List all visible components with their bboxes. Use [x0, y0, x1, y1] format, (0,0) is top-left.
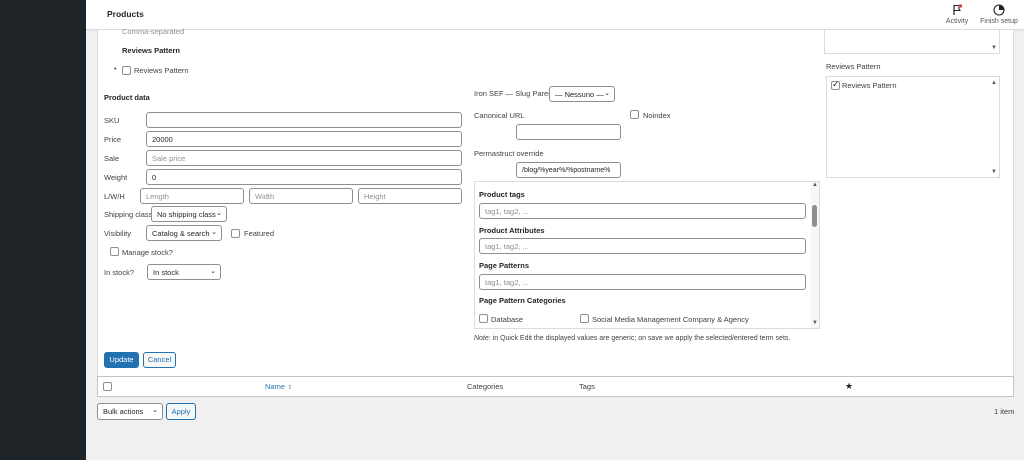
activity-button[interactable]: Activity: [940, 4, 974, 25]
shipping-class-label: Shipping class: [104, 210, 153, 219]
category-database-checkbox[interactable]: [479, 314, 488, 323]
in-stock-label: In stock?: [104, 268, 135, 277]
product-tags-input[interactable]: [479, 203, 806, 219]
right-top-box: [824, 30, 1000, 54]
chevron-down-icon: ⌄: [152, 407, 158, 414]
sku-input[interactable]: [146, 112, 462, 128]
finish-setup-label: Finish setup: [980, 18, 1018, 25]
reviews-pattern-heading: Reviews Pattern: [122, 46, 180, 55]
price-label: Price: [104, 135, 122, 144]
slug-parent-label: Iron SEF — Slug Parent: [474, 89, 555, 98]
sku-label: SKU: [104, 116, 120, 125]
column-tags: Tags: [579, 382, 595, 391]
select-all-checkbox[interactable]: [103, 382, 112, 391]
price-input[interactable]: [146, 131, 462, 147]
progress-circle-icon: [978, 4, 1020, 16]
item-count: 1 item: [994, 407, 1015, 416]
bullet: •: [114, 66, 117, 73]
note-prefix: Note:: [474, 335, 491, 342]
in-stock-select[interactable]: In stock ⌄: [147, 264, 221, 280]
top-bar: [86, 0, 1024, 30]
permastruct-input[interactable]: [516, 162, 621, 178]
page-title: Products: [107, 9, 144, 19]
scroll-up-icon[interactable]: ▲: [991, 80, 997, 86]
manage-stock-label: Manage stock?: [122, 248, 173, 257]
scroll-down-icon[interactable]: ▼: [991, 45, 997, 51]
taxonomy-scrollbar[interactable]: [811, 182, 819, 328]
chevron-down-icon: ⌄: [604, 90, 610, 97]
scroll-up-icon[interactable]: ▲: [812, 182, 818, 188]
sale-price-input[interactable]: [146, 150, 462, 166]
scroll-down-icon[interactable]: ▼: [812, 320, 818, 326]
permastruct-label: Permastruct override: [474, 149, 544, 158]
scroll-thumb[interactable]: [812, 205, 817, 227]
sort-icon: ⇕: [287, 385, 293, 391]
page-patterns-heading: Page Patterns: [479, 261, 530, 270]
comma-separated-hint: Comma-separated: [122, 27, 185, 36]
weight-label: Weight: [104, 173, 128, 182]
page-pattern-categories-heading: Page Pattern Categories: [479, 296, 566, 305]
product-attributes-heading: Product Attributes: [479, 226, 545, 235]
product-data-heading: Product data: [104, 93, 150, 102]
flag-icon: [940, 4, 974, 16]
slug-parent-select[interactable]: — Nessuno — ⌄: [549, 86, 615, 102]
reviews-pattern-checkbox[interactable]: [122, 66, 131, 75]
right-reviews-pattern-checkbox[interactable]: [831, 79, 840, 90]
length-input[interactable]: [140, 188, 244, 204]
column-categories: Categories: [467, 382, 504, 391]
reviews-pattern-checkbox-label: Reviews Pattern: [134, 66, 189, 75]
chevron-down-icon: ⌄: [210, 268, 216, 275]
featured-label: Featured: [244, 229, 275, 238]
admin-sidebar: [0, 0, 86, 460]
category-database-label: Database: [491, 315, 524, 324]
quick-edit-note: Note: in Quick Edit the displayed values…: [474, 335, 790, 342]
activity-label: Activity: [945, 18, 969, 25]
scroll-down-icon[interactable]: ▼: [991, 169, 997, 175]
category-social-label: Social Media Management Company & Agency: [592, 315, 749, 324]
bulk-actions-select[interactable]: Bulk actions ⌄: [97, 403, 163, 420]
canonical-url-input[interactable]: [516, 124, 621, 140]
shipping-class-select[interactable]: No shipping class ⌄: [151, 206, 227, 222]
column-name-sort[interactable]: Name ⇕: [265, 382, 292, 391]
page-patterns-input[interactable]: [479, 274, 806, 290]
right-reviews-pattern-label: Reviews Pattern: [842, 81, 897, 90]
product-tags-heading: Product tags: [479, 190, 525, 199]
column-featured-star-icon[interactable]: ★: [845, 381, 853, 392]
apply-button[interactable]: Apply: [166, 403, 196, 420]
height-input[interactable]: [358, 188, 462, 204]
noindex-checkbox[interactable]: [630, 110, 639, 119]
canonical-url-label: Canonical URL: [474, 111, 525, 120]
visibility-label: Visibility: [104, 229, 131, 238]
category-social-checkbox[interactable]: [580, 314, 589, 323]
sale-label: Sale: [104, 154, 120, 163]
right-reviews-pattern-box: [826, 76, 1000, 178]
chevron-down-icon: ⌄: [211, 229, 217, 236]
product-attributes-input[interactable]: [479, 238, 806, 254]
finish-setup-button[interactable]: Finish setup: [978, 4, 1020, 25]
note-text: in Quick Edit the displayed values are g…: [490, 335, 791, 342]
cancel-button[interactable]: Cancel: [143, 352, 176, 368]
manage-stock-checkbox[interactable]: [110, 247, 119, 256]
right-reviews-pattern-heading: Reviews Pattern: [826, 62, 881, 71]
weight-input[interactable]: [146, 169, 462, 185]
table-header: [97, 376, 1014, 397]
width-input[interactable]: [249, 188, 353, 204]
chevron-down-icon: ⌄: [216, 210, 222, 217]
noindex-label: Noindex: [643, 111, 671, 120]
update-button[interactable]: Update: [104, 352, 139, 368]
featured-checkbox[interactable]: [231, 229, 240, 238]
lwh-label: L/W/H: [104, 192, 125, 201]
visibility-select[interactable]: Catalog & search ⌄: [146, 225, 222, 241]
